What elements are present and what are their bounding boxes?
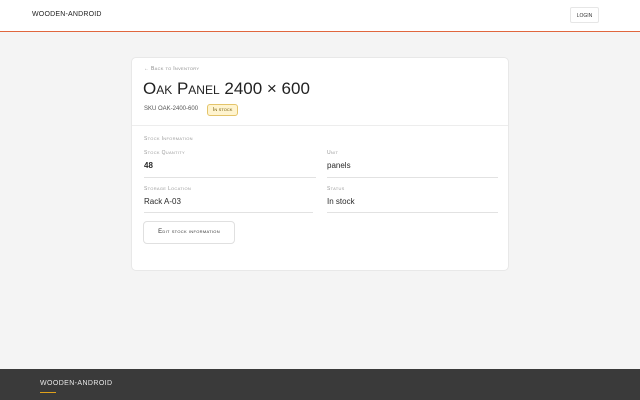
storage-location-value: Rack A-03 — [144, 197, 181, 206]
field-underline — [327, 177, 498, 178]
storage-location-label: Storage Location — [144, 186, 192, 192]
back-to-inventory-link[interactable]: ← Back to Inventory — [144, 66, 199, 72]
footer: WOODEN-ANDROID — [0, 369, 640, 400]
stock-quantity-value: 48 — [144, 161, 153, 170]
brand-logo[interactable]: WOODEN-ANDROID — [32, 11, 102, 18]
edit-stock-button[interactable]: Edit stock information — [143, 221, 235, 244]
top-navbar: WOODEN-ANDROID LOGIN — [0, 0, 640, 32]
status-badge: In stock — [207, 104, 239, 116]
unit-value: panels — [327, 161, 351, 170]
status-label: Status — [327, 186, 345, 192]
section-title: Stock Information — [144, 136, 193, 142]
field-underline — [327, 212, 498, 213]
page-title: Oak Panel 2400 × 600 — [143, 79, 310, 98]
unit-label: Unit — [327, 150, 339, 156]
field-underline — [144, 177, 316, 178]
divider — [132, 125, 508, 126]
login-button[interactable]: LOGIN — [570, 7, 599, 23]
footer-brand: WOODEN-ANDROID — [40, 380, 113, 387]
sku-text: SKU OAK-2400-600 — [144, 106, 199, 112]
stock-quantity-label: Stock Quantity — [144, 150, 185, 156]
status-value: In stock — [327, 197, 355, 206]
field-underline — [144, 212, 313, 213]
product-detail-card: ← Back to Inventory Oak Panel 2400 × 600… — [131, 57, 509, 271]
footer-accent-line — [40, 392, 56, 393]
